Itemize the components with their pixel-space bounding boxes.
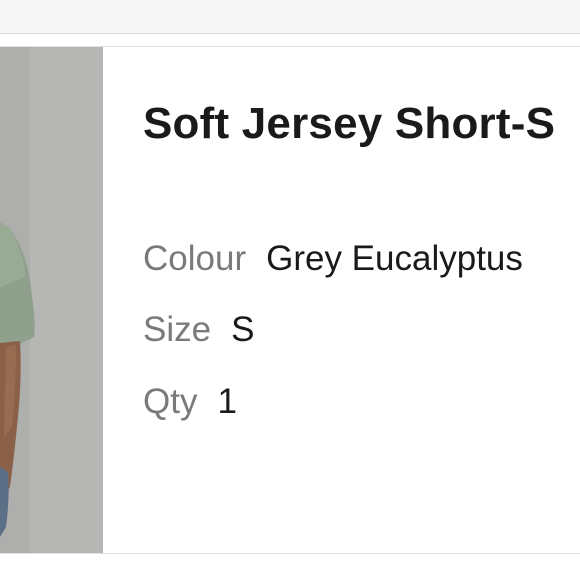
colour-value: Grey Eucalyptus: [266, 239, 523, 278]
colour-label: Colour: [143, 239, 247, 278]
product-photo-graphic: [0, 47, 103, 553]
product-image[interactable]: [0, 47, 103, 553]
qty-label: Qty: [143, 382, 198, 421]
product-details: Soft Jersey Short-S Colour Grey Eucalyptu…: [143, 47, 580, 553]
colour-row: Colour Grey Eucalyptus: [143, 241, 523, 276]
size-value: S: [231, 310, 255, 349]
top-bar: [0, 0, 580, 34]
product-title[interactable]: Soft Jersey Short-S: [143, 99, 555, 149]
qty-row: Qty 1: [143, 384, 237, 419]
cart-line-item: Soft Jersey Short-S Colour Grey Eucalyptu…: [0, 46, 580, 554]
size-row: Size S: [143, 312, 254, 347]
qty-value: 1: [217, 382, 237, 421]
size-label: Size: [143, 310, 212, 349]
